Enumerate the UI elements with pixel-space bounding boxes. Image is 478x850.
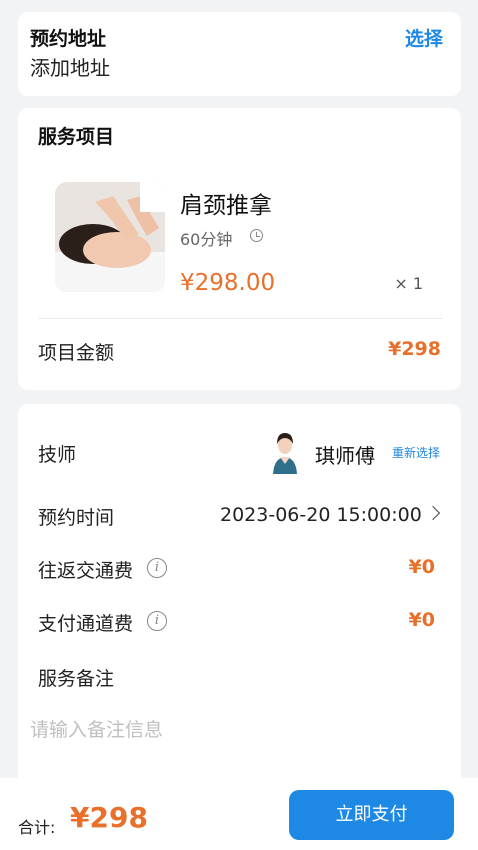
service-section-title: 服务项目: [38, 126, 115, 148]
payment-channel-fee-value: ¥0: [408, 609, 435, 631]
technician-name: 琪师傅: [315, 444, 375, 468]
total-label: 合计:: [18, 818, 56, 837]
pay-now-button[interactable]: 立即支付: [289, 790, 454, 840]
divider: [38, 318, 443, 319]
remark-input[interactable]: [30, 712, 440, 748]
total-value: ¥298: [70, 801, 148, 834]
address-card: 预约地址 添加地址 选择: [18, 12, 461, 96]
travel-fee-value: ¥0: [408, 556, 435, 578]
info-icon[interactable]: i: [147, 558, 167, 578]
service-remark-label: 服务备注: [38, 668, 115, 690]
technician-avatar: [268, 430, 302, 474]
technician-label: 技师: [38, 444, 77, 466]
item-amount-label: 项目金额: [38, 342, 115, 364]
chevron-right-icon[interactable]: [425, 505, 441, 521]
appointment-time-value[interactable]: 2023-06-20 15:00:00: [220, 504, 422, 526]
payment-channel-fee-label: 支付通道费: [38, 613, 134, 635]
service-card: 服务项目 肩颈推拿 60分钟 ¥298.00 × 1 项目金额 ¥298: [18, 108, 461, 390]
address-title: 预约地址: [30, 28, 107, 50]
info-icon[interactable]: i: [147, 611, 167, 631]
travel-fee-label: 往返交通费: [38, 560, 134, 582]
clock-icon: [250, 229, 263, 242]
select-address-button[interactable]: 选择: [405, 24, 443, 51]
address-value[interactable]: 添加地址: [30, 52, 110, 81]
item-amount-value: ¥298: [388, 338, 441, 360]
service-name: 肩颈推拿: [180, 193, 272, 219]
appointment-time-label: 预约时间: [38, 507, 115, 529]
service-duration: 60分钟: [180, 230, 233, 249]
service-price: ¥298.00: [180, 270, 276, 296]
checkout-bar: 合计: ¥298 立即支付: [0, 778, 478, 850]
service-image: [55, 182, 165, 292]
reselect-technician-button[interactable]: 重新选择: [392, 444, 440, 461]
service-quantity: × 1: [394, 274, 423, 293]
